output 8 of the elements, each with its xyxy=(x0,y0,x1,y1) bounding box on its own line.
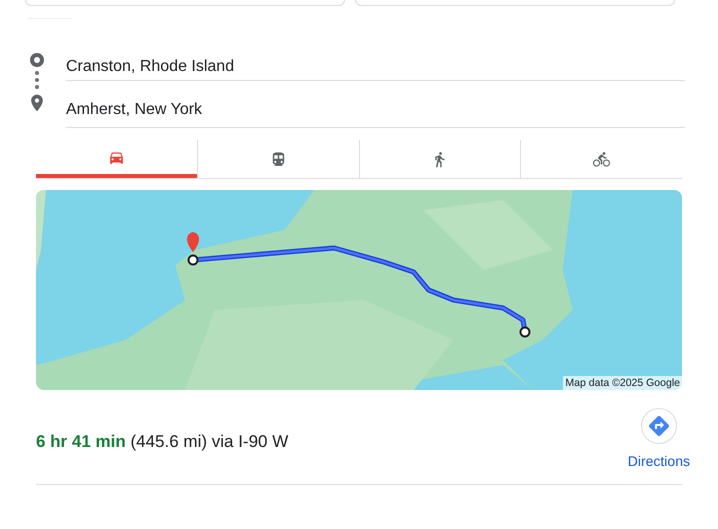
bicycle-icon xyxy=(593,150,610,168)
map-attribution: Map data ©2025 Google xyxy=(563,376,682,390)
dotted-line-icon xyxy=(35,71,39,89)
directions-icon xyxy=(646,414,671,438)
trip-summary: 6 hr 41 min (445.6 mi) via I-90 W xyxy=(36,431,288,453)
directions-button[interactable]: Directions xyxy=(628,408,690,472)
destination-field[interactable]: Amherst, New York xyxy=(66,81,685,128)
origin-field[interactable]: Cranston, Rhode Island xyxy=(66,47,685,81)
